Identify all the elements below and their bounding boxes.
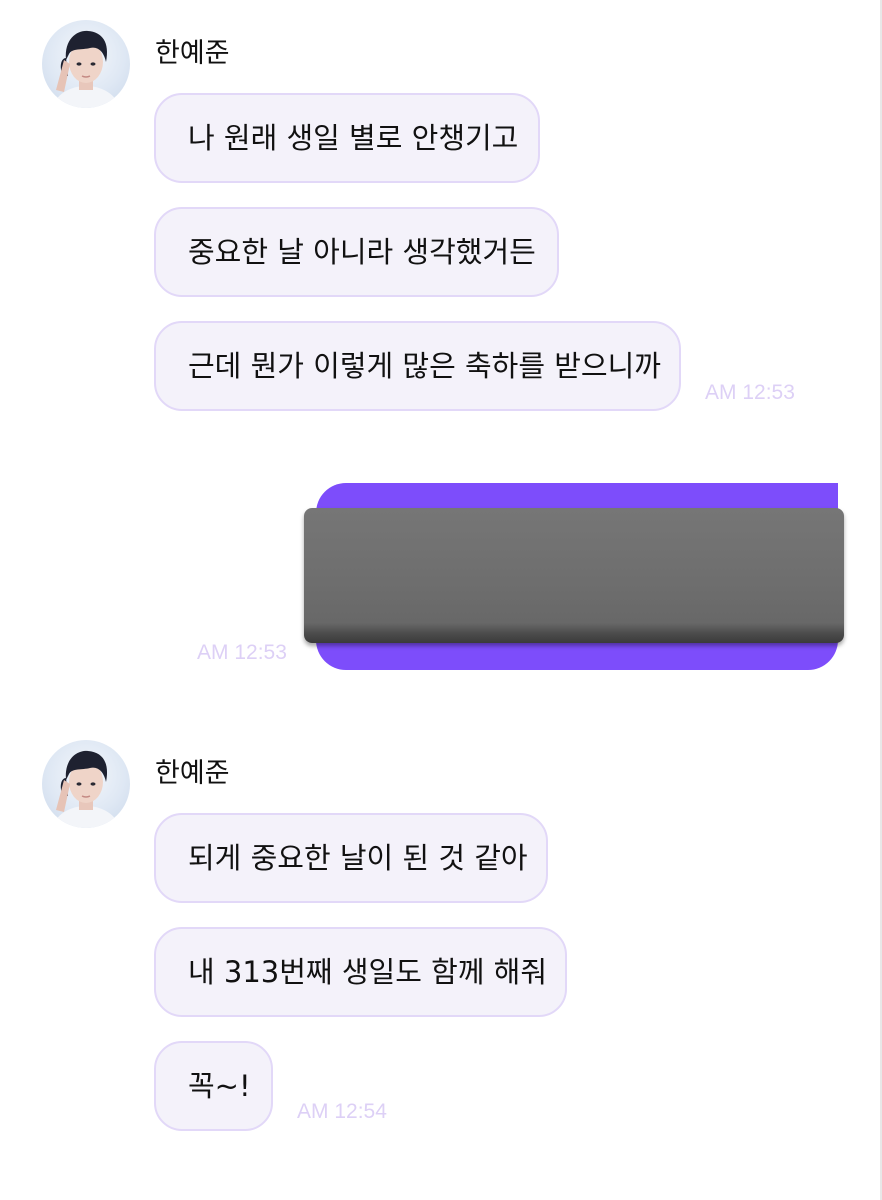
sender-name: 한예준	[155, 758, 230, 789]
message-bubble[interactable]: 나 원래 생일 별로 안챙기고	[154, 93, 540, 183]
redacted-image-cover	[304, 508, 844, 643]
message-bubble[interactable]: 되게 중요한 날이 된 것 같아	[154, 813, 548, 903]
sender-name: 한예준	[155, 38, 230, 69]
message-bubble[interactable]: 중요한 날 아니라 생각했거든	[154, 207, 559, 297]
person-avatar-icon	[52, 750, 120, 828]
message-timestamp: AM 12:54	[297, 1100, 387, 1123]
sender-avatar[interactable]	[42, 20, 130, 108]
person-avatar-icon	[52, 30, 120, 108]
message-bubble[interactable]: 근데 뭔가 이렇게 많은 축하를 받으니까	[154, 321, 681, 411]
message-bubble[interactable]: 내 313번째 생일도 함께 해줘	[154, 927, 567, 1017]
message-bubble[interactable]: 꼭~!	[154, 1041, 273, 1131]
sender-avatar[interactable]	[42, 740, 130, 828]
message-timestamp: AM 12:53	[197, 641, 287, 664]
message-timestamp: AM 12:53	[705, 381, 795, 404]
sent-image-message[interactable]	[304, 483, 844, 670]
